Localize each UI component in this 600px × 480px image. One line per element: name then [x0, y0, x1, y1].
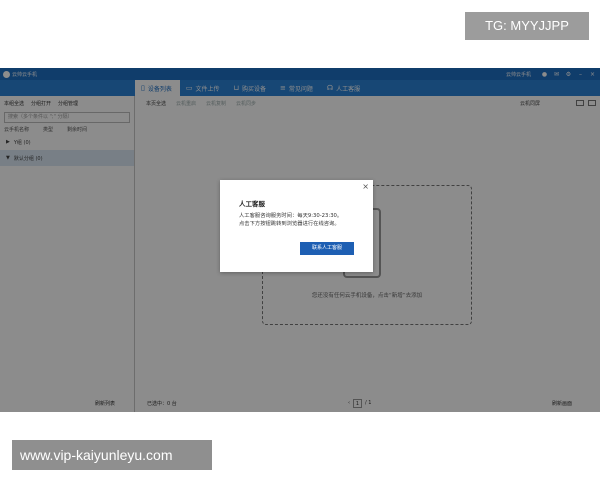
- tg-watermark: TG: MYYJJPP: [465, 12, 589, 40]
- url-watermark: www.vip-kaiyunleyu.com: [12, 440, 212, 470]
- dialog-body: 人工客服咨询服务时间：每天9:30-23:30。 点击下方按钮跳转到浏览器进行在…: [239, 213, 343, 227]
- contact-support-button[interactable]: 联系人工客服: [300, 242, 354, 255]
- dialog-title: 人工客服: [239, 200, 265, 208]
- page: TG: MYYJJPP 云帅云手机 云帅云手机 ● ✉ ⚙ – × ▯ 设备列表…: [0, 0, 600, 480]
- support-dialog: × 人工客服 人工客服咨询服务时间：每天9:30-23:30。 点击下方按钮跳转…: [220, 180, 373, 272]
- close-icon[interactable]: ×: [362, 182, 369, 191]
